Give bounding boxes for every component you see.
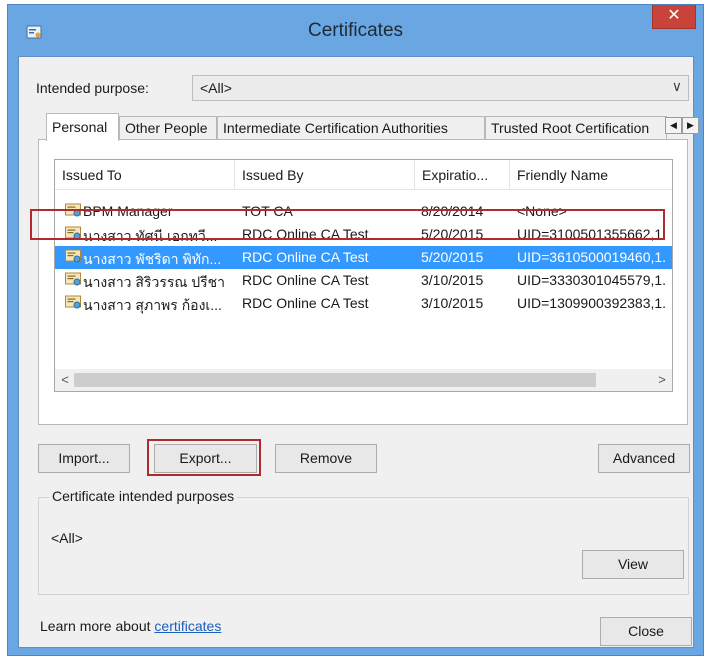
certificates-link[interactable]: certificates [154,618,221,634]
title-bar[interactable]: Certificates ✕ [8,5,703,57]
cell-expiration: 5/20/2015 [421,249,484,265]
cell-issued-to: นางสาว สุภาพร ก้องเ... [83,297,222,313]
certificates-window: Certificates ✕ Intended purpose: <All> ∨… [7,4,704,656]
tab-intermediate-certification-authorities[interactable]: Intermediate Certification Authorities [217,116,485,140]
scroll-left-arrow-icon[interactable]: < [57,371,73,389]
tab-other-people[interactable]: Other People [119,116,217,140]
intended-purpose-value: <All> [200,80,232,96]
close-window-button[interactable]: ✕ [652,5,696,29]
cell-expiration: 3/10/2015 [421,272,484,288]
window-title: Certificates [307,20,404,41]
cell-expiration: 3/10/2015 [421,295,484,311]
cell-issued-by: RDC Online CA Test [242,226,369,242]
scrollbar-thumb[interactable] [74,373,596,387]
tab-trusted-root-certification[interactable]: Trusted Root Certification [485,116,667,140]
intended-purpose-select[interactable]: <All> ∨ [192,75,689,101]
cell-friendly-name: UID=3610500019460,1. [517,249,667,265]
certificate-icon [65,295,82,310]
certificate-list[interactable]: Issued To Issued By Expiratio... Friendl… [54,159,673,392]
horizontal-scrollbar[interactable]: < > [55,369,672,391]
certificate-icon [65,203,82,218]
intended-purpose-label: Intended purpose: [36,80,149,96]
view-button[interactable]: View [582,550,684,579]
table-row[interactable]: นางสาว สุภาพร ก้องเ... RDC Online CA Test… [55,292,672,315]
tab-scroll-left-button[interactable]: ◀ [665,117,682,134]
table-row[interactable]: นางสาว พัชริดา พิทัก... RDC Online CA Tes… [55,246,672,269]
close-button[interactable]: Close [600,617,692,646]
export-button[interactable]: Export... [154,444,257,473]
chevron-down-icon: ∨ [671,78,682,94]
column-expiration[interactable]: Expiratio... [415,160,510,190]
tab-scroll-right-button[interactable]: ▶ [682,117,699,134]
cell-issued-by: RDC Online CA Test [242,295,369,311]
cell-issued-to: นางสาว สิริวรรณ ปรีชา [83,274,226,290]
advanced-button[interactable]: Advanced [598,444,690,473]
cell-friendly-name: UID=3100501355662,1. [517,226,667,242]
remove-button[interactable]: Remove [275,444,377,473]
cell-expiration: 5/20/2015 [421,226,484,242]
import-button[interactable]: Import... [38,444,130,473]
dialog-body: Intended purpose: <All> ∨ Personal Other… [18,56,699,648]
list-header: Issued To Issued By Expiratio... Friendl… [55,160,672,190]
cell-issued-to: BPM Manager [83,203,173,219]
tab-strip: Personal Other People Intermediate Certi… [46,113,699,141]
certificate-icon [65,272,82,287]
cell-issued-to: นางสาว พัชริดา พิทัก... [83,251,222,267]
intended-purposes-value: <All> [51,530,83,546]
table-row[interactable]: นางสาว ทัศนี เอกทวี... RDC Online CA Test… [55,223,672,246]
column-friendly-name[interactable]: Friendly Name [510,160,672,190]
certificate-intended-purposes-group: Certificate intended purposes <All> View [38,488,689,595]
cell-friendly-name: UID=1309900392383,1. [517,295,667,311]
cell-friendly-name: <None> [517,203,567,219]
group-label: Certificate intended purposes [49,488,238,504]
tab-personal[interactable]: Personal [46,113,119,141]
cell-friendly-name: UID=3330301045579,1. [517,272,667,288]
certificate-icon [65,249,82,264]
table-row[interactable]: นางสาว สิริวรรณ ปรีชา RDC Online CA Test 3… [55,269,672,292]
cell-issued-by: RDC Online CA Test [242,272,369,288]
scroll-right-arrow-icon[interactable]: > [654,371,670,389]
column-issued-by[interactable]: Issued By [235,160,415,190]
table-row[interactable]: BPM Manager TOT CA 8/20/2014 <None> [55,200,672,223]
close-icon: ✕ [667,7,681,24]
personal-tab-panel: Issued To Issued By Expiratio... Friendl… [38,139,688,425]
learn-more-text: Learn more about certificates [40,618,221,634]
cell-issued-by: TOT CA [242,203,293,219]
cell-issued-by: RDC Online CA Test [242,249,369,265]
certificate-icon [65,226,82,241]
learn-more-prefix: Learn more about [40,618,155,634]
column-issued-to[interactable]: Issued To [55,160,235,190]
cell-expiration: 8/20/2014 [421,203,484,219]
cell-issued-to: นางสาว ทัศนี เอกทวี... [83,228,218,244]
